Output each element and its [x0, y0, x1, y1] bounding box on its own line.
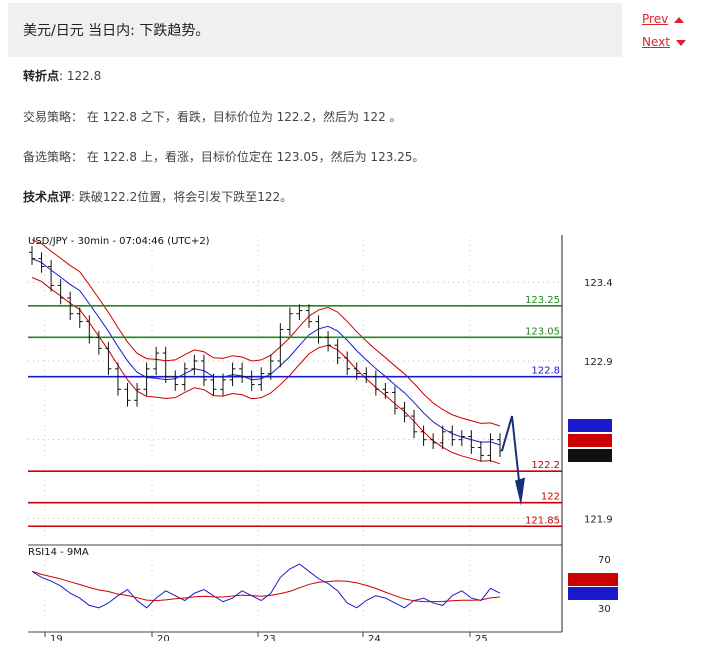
level-label: 123.05	[525, 326, 560, 337]
strategy-text: ： 在 122.8 之下，看跌，目标价位为 122.2，然后为 122 。	[71, 110, 402, 124]
page-title-bar: 美元/日元 当日内: 下跌趋势。	[8, 3, 622, 57]
prev-label: Prev	[642, 12, 669, 26]
moving-average-line	[31, 258, 501, 446]
price-badge	[568, 434, 612, 447]
price-tick-label: 121.9	[584, 514, 613, 525]
time-tick-label: 24	[368, 634, 381, 641]
price-chart: 123.4122.9122.4121.91920232425USD/JPY - …	[28, 235, 618, 645]
strategy-label: 交易策略	[23, 110, 72, 124]
rsi-badge	[568, 573, 618, 586]
chart-area: 123.4122.9122.4121.91920232425USD/JPY - …	[0, 222, 704, 645]
level-label: 121.85	[525, 515, 560, 526]
level-label: 122	[541, 492, 560, 503]
price-badge	[568, 449, 612, 462]
alternative-text: ： 在 122.8 上，看涨，目标价位定在 123.05，然后为 123.25。	[71, 150, 425, 164]
comment-text: : 跌破122.2位置，将会引发下跌至122。	[71, 190, 293, 204]
level-label: 122.2	[531, 460, 560, 471]
bollinger-upper-line	[31, 239, 501, 427]
level-label: 123.25	[525, 295, 560, 306]
time-tick-label: 20	[157, 634, 170, 641]
arrow-up-icon	[674, 16, 685, 23]
price-badge	[568, 419, 612, 432]
rsi-title: RSI14 - 9MA	[28, 547, 89, 558]
arrow-down-icon	[675, 39, 686, 46]
strategy-line: 交易策略： 在 122.8 之下，看跌，目标价位为 122.2，然后为 122 …	[23, 108, 402, 125]
next-label: Next	[642, 35, 670, 49]
time-tick-label: 23	[263, 634, 276, 641]
pivot-line: 转折点: 122.8	[23, 67, 101, 84]
projection-arrowhead-icon	[515, 477, 525, 506]
projection-arrow-icon	[501, 415, 521, 491]
rsi-tick-label: 70	[598, 555, 611, 566]
comment-label: 技术点评	[23, 190, 72, 204]
comment-line: 技术点评: 跌破122.2位置，将会引发下跌至122。	[23, 188, 292, 205]
alternative-line: 备选策略： 在 122.8 上，看涨，目标价位定在 123.05，然后为 123…	[23, 148, 424, 165]
rsi-tick-label: 30	[598, 604, 611, 615]
prev-link[interactable]: Prev	[642, 12, 685, 26]
rsi-badge	[568, 587, 618, 600]
time-tick-label: 19	[50, 634, 63, 641]
pivot-label: 转折点	[23, 69, 60, 83]
next-link[interactable]: Next	[642, 35, 686, 49]
pivot-value: : 122.8	[59, 69, 102, 83]
price-tick-label: 123.4	[584, 278, 613, 289]
level-label: 122.8	[531, 366, 560, 377]
chart-title: USD/JPY - 30min - 07:04:46 (UTC+2)	[28, 236, 210, 247]
page-title: 美元/日元 当日内: 下跌趋势。	[23, 23, 210, 39]
price-tick-label: 122.9	[584, 357, 613, 368]
alternative-label: 备选策略	[23, 150, 72, 164]
time-tick-label: 25	[475, 634, 488, 641]
